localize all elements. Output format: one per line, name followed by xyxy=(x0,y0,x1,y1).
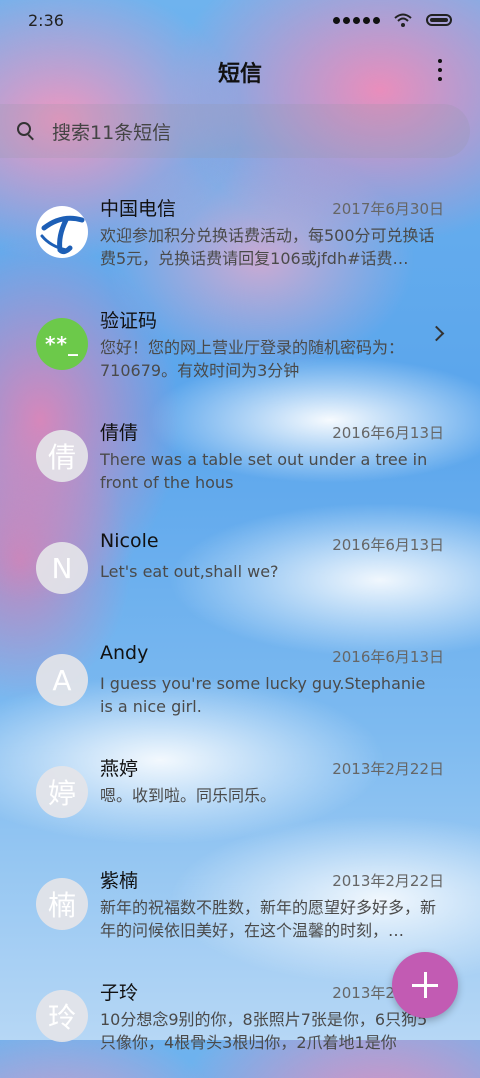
verification-code-avatar: **_ xyxy=(36,318,88,370)
message-preview: There was a table set out under a tree i… xyxy=(100,450,428,492)
more-options-icon[interactable] xyxy=(430,56,450,84)
message-date: 2013年2月22日 xyxy=(332,872,444,890)
page-title: 短信 xyxy=(217,62,262,87)
message-preview: Let's eat out,shall we? xyxy=(100,562,279,581)
message-date: 2013年2月22日 xyxy=(332,760,444,778)
conversation-row[interactable]: 婷 燕婷 2013年2月22日 嗯。收到啦。同乐同乐。 xyxy=(0,742,480,854)
status-icons xyxy=(333,13,452,27)
message-preview: I guess you're some lucky guy.Stephanie … xyxy=(100,674,426,716)
message-date: 2016年6月13日 xyxy=(332,648,444,666)
contact-name: 紫楠 xyxy=(100,870,139,892)
contact-name: 验证码 xyxy=(100,310,158,332)
contact-name: Nicole xyxy=(100,530,159,552)
china-telecom-logo-icon xyxy=(36,206,88,258)
message-preview: 嗯。收到啦。同乐同乐。 xyxy=(100,786,277,805)
conversation-row[interactable]: 中国电信 2017年6月30日 欢迎参加积分兑换话费活动，每500分可兑换话费5… xyxy=(0,182,480,294)
message-preview: 欢迎参加积分兑换话费活动，每500分可兑换话费5元，兑换话费请回复106或jfd… xyxy=(100,226,435,268)
avatar: N xyxy=(36,542,88,594)
battery-icon xyxy=(426,14,452,26)
message-date: 2017年6月30日 xyxy=(332,200,444,218)
contact-name: 子玲 xyxy=(100,982,139,1004)
avatar: 玲 xyxy=(36,990,88,1042)
status-bar: 2:36 xyxy=(0,0,480,40)
signal-icon xyxy=(333,16,380,24)
conversation-row[interactable]: 倩 倩倩 2016年6月13日 There was a table set ou… xyxy=(0,406,480,518)
contact-name: Andy xyxy=(100,642,149,664)
contact-name: 中国电信 xyxy=(100,198,177,220)
avatar: A xyxy=(36,654,88,706)
message-date: 2016年6月13日 xyxy=(332,536,444,554)
wifi-icon xyxy=(394,13,412,27)
status-time: 2:36 xyxy=(28,10,64,30)
contact-name: 倩倩 xyxy=(100,422,139,444)
message-preview: 10分想念9别的你，8张照片7张是你，6只狗5只像你，4根骨头3根归你，2爪着地… xyxy=(100,1010,428,1052)
message-date: 2016年6月13日 xyxy=(332,424,444,442)
search-input[interactable]: 搜索11条短信 xyxy=(52,118,171,145)
title-bar: 短信 xyxy=(0,50,480,90)
avatar: 婷 xyxy=(36,766,88,818)
conversation-row[interactable]: N Nicole 2016年6月13日 Let's eat out,shall … xyxy=(0,518,480,630)
new-message-button[interactable] xyxy=(392,952,458,1018)
contact-name: 燕婷 xyxy=(100,758,139,780)
conversation-list: 中国电信 2017年6月30日 欢迎参加积分兑换话费活动，每500分可兑换话费5… xyxy=(0,182,480,1078)
message-preview: 您好！您的网上营业厅登录的随机密码为：710679。有效时间为3分钟 xyxy=(100,338,405,380)
message-preview: 新年的祝福数不胜数，新年的愿望好多好多，新年的问候依旧美好，在这个温馨的时刻，… xyxy=(100,898,437,940)
conversation-row[interactable]: A Andy 2016年6月13日 I guess you're some lu… xyxy=(0,630,480,742)
search-bar[interactable]: 搜索11条短信 xyxy=(0,104,470,158)
conversation-row[interactable]: **_ 验证码 您好！您的网上营业厅登录的随机密码为：710679。有效时间为3… xyxy=(0,294,480,406)
conversation-row[interactable]: 楠 紫楠 2013年2月22日 新年的祝福数不胜数，新年的愿望好多好多，新年的问… xyxy=(0,854,480,966)
search-icon xyxy=(16,121,36,141)
avatar: 倩 xyxy=(36,430,88,482)
avatar: 楠 xyxy=(36,878,88,930)
